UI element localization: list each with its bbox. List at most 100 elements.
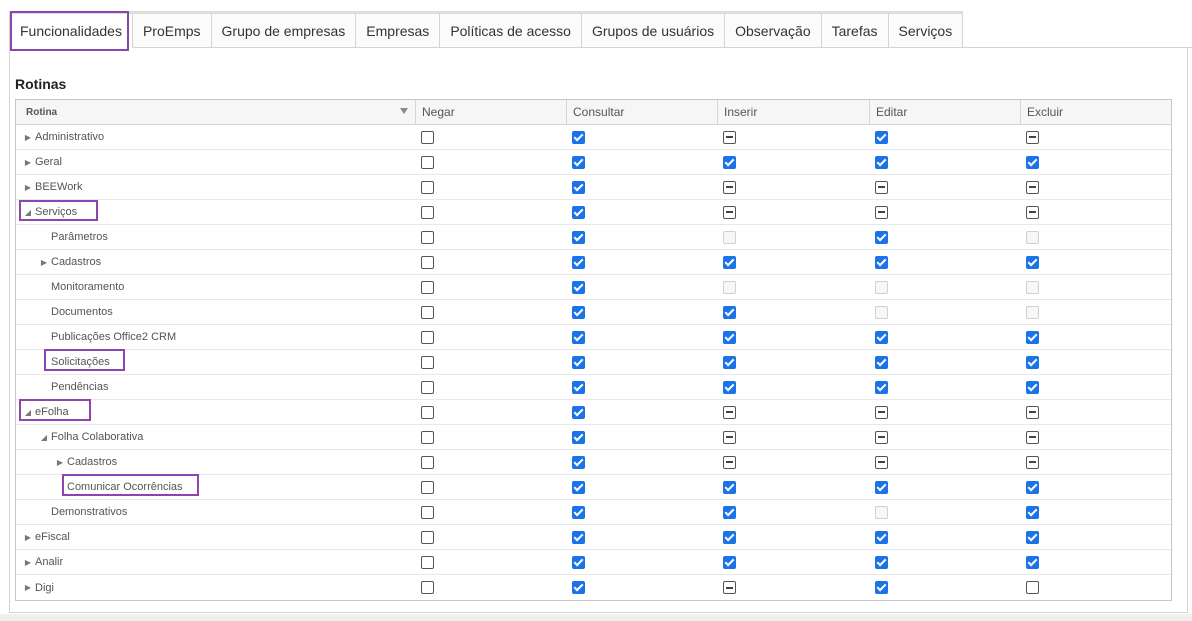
consultar-checkbox[interactable] — [572, 330, 585, 344]
inserir-checkbox[interactable] — [723, 330, 736, 344]
consultar-checkbox[interactable] — [572, 230, 585, 244]
triangle-down-icon[interactable]: ◢ — [23, 408, 33, 417]
negar-checkbox[interactable] — [421, 355, 434, 369]
negar-checkbox[interactable] — [421, 305, 434, 319]
inserir-checkbox[interactable] — [723, 155, 736, 169]
triangle-right-icon[interactable]: ▶ — [23, 183, 33, 192]
rotina-label[interactable]: Folha Colaborativa — [51, 431, 143, 443]
column-header-inserir[interactable]: Inserir — [718, 100, 870, 124]
inserir-checkbox[interactable] — [723, 455, 736, 469]
rotina-label[interactable]: Administrativo — [35, 131, 104, 143]
excluir-checkbox[interactable] — [1026, 380, 1039, 394]
tab-funcionalidades[interactable]: Funcionalidades — [9, 14, 133, 48]
consultar-checkbox[interactable] — [572, 581, 585, 594]
triangle-down-icon[interactable]: ◢ — [23, 208, 33, 217]
tab-tarefas[interactable]: Tarefas — [821, 14, 889, 48]
consultar-checkbox[interactable] — [572, 455, 585, 469]
rotina-label[interactable]: Comunicar Ocorrências — [67, 481, 183, 493]
editar-checkbox[interactable] — [875, 455, 888, 469]
rotina-label[interactable]: Digi — [35, 582, 54, 594]
consultar-checkbox[interactable] — [572, 530, 585, 544]
excluir-checkbox[interactable] — [1026, 355, 1039, 369]
negar-checkbox[interactable] — [421, 405, 434, 419]
excluir-checkbox[interactable] — [1026, 555, 1039, 569]
negar-checkbox[interactable] — [421, 430, 434, 444]
consultar-checkbox[interactable] — [572, 430, 585, 444]
inserir-checkbox[interactable] — [723, 130, 736, 144]
tab-grupo-de-empresas[interactable]: Grupo de empresas — [211, 14, 357, 48]
consultar-checkbox[interactable] — [572, 130, 585, 144]
excluir-checkbox[interactable] — [1026, 255, 1039, 269]
excluir-checkbox[interactable] — [1026, 180, 1039, 194]
negar-checkbox[interactable] — [421, 380, 434, 394]
rotina-label[interactable]: Geral — [35, 156, 62, 168]
editar-checkbox[interactable] — [875, 180, 888, 194]
negar-checkbox[interactable] — [421, 455, 434, 469]
negar-checkbox[interactable] — [421, 155, 434, 169]
consultar-checkbox[interactable] — [572, 305, 585, 319]
tab-observacao[interactable]: Observação — [725, 14, 822, 48]
rotina-label[interactable]: eFolha — [35, 406, 69, 418]
rotina-label[interactable]: Publicações Office2 CRM — [51, 331, 176, 343]
rotina-label[interactable]: Serviços — [35, 206, 77, 218]
inserir-checkbox[interactable] — [723, 555, 736, 569]
editar-checkbox[interactable] — [875, 355, 888, 369]
excluir-checkbox[interactable] — [1026, 205, 1039, 219]
tab-politicas-de-acesso[interactable]: Políticas de acesso — [440, 14, 582, 48]
rotina-label[interactable]: Documentos — [51, 306, 113, 318]
negar-checkbox[interactable] — [421, 555, 434, 569]
consultar-checkbox[interactable] — [572, 380, 585, 394]
tab-proemps[interactable]: ProEmps — [132, 14, 212, 48]
negar-checkbox[interactable] — [421, 180, 434, 194]
consultar-checkbox[interactable] — [572, 180, 585, 194]
excluir-checkbox[interactable] — [1026, 455, 1039, 469]
editar-checkbox[interactable] — [875, 230, 888, 244]
rotina-label[interactable]: Pendências — [51, 381, 109, 393]
column-header-rotina[interactable]: Rotina — [16, 100, 416, 124]
inserir-checkbox[interactable] — [723, 380, 736, 394]
triangle-right-icon[interactable]: ▶ — [23, 558, 33, 567]
consultar-checkbox[interactable] — [572, 405, 585, 419]
inserir-checkbox[interactable] — [723, 430, 736, 444]
filter-icon[interactable] — [400, 108, 408, 114]
rotina-label[interactable]: Solicitações — [51, 356, 110, 368]
inserir-checkbox[interactable] — [723, 355, 736, 369]
negar-checkbox[interactable] — [421, 530, 434, 544]
consultar-checkbox[interactable] — [572, 155, 585, 169]
editar-checkbox[interactable] — [875, 405, 888, 419]
column-header-editar[interactable]: Editar — [870, 100, 1021, 124]
inserir-checkbox[interactable] — [723, 305, 736, 319]
excluir-checkbox[interactable] — [1026, 505, 1039, 519]
editar-checkbox[interactable] — [875, 205, 888, 219]
rotina-label[interactable]: Parâmetros — [51, 231, 108, 243]
rotina-label[interactable]: Demonstrativos — [51, 506, 127, 518]
editar-checkbox[interactable] — [875, 581, 888, 594]
rotina-label[interactable]: BEEWork — [35, 181, 82, 193]
negar-checkbox[interactable] — [421, 280, 434, 294]
negar-checkbox[interactable] — [421, 581, 434, 594]
editar-checkbox[interactable] — [875, 255, 888, 269]
consultar-checkbox[interactable] — [572, 480, 585, 494]
negar-checkbox[interactable] — [421, 330, 434, 344]
tab-servicos[interactable]: Serviços — [888, 14, 964, 48]
inserir-checkbox[interactable] — [723, 530, 736, 544]
excluir-checkbox[interactable] — [1026, 405, 1039, 419]
editar-checkbox[interactable] — [875, 130, 888, 144]
consultar-checkbox[interactable] — [572, 280, 585, 294]
negar-checkbox[interactable] — [421, 230, 434, 244]
consultar-checkbox[interactable] — [572, 355, 585, 369]
consultar-checkbox[interactable] — [572, 205, 585, 219]
consultar-checkbox[interactable] — [572, 555, 585, 569]
tab-empresas[interactable]: Empresas — [356, 14, 441, 48]
triangle-right-icon[interactable]: ▶ — [23, 533, 33, 542]
negar-checkbox[interactable] — [421, 505, 434, 519]
triangle-right-icon[interactable]: ▶ — [23, 583, 33, 592]
triangle-right-icon[interactable]: ▶ — [23, 133, 33, 142]
negar-checkbox[interactable] — [421, 480, 434, 494]
tab-grupos-de-usuarios[interactable]: Grupos de usuários — [581, 14, 726, 48]
inserir-checkbox[interactable] — [723, 505, 736, 519]
editar-checkbox[interactable] — [875, 430, 888, 444]
editar-checkbox[interactable] — [875, 380, 888, 394]
editar-checkbox[interactable] — [875, 530, 888, 544]
rotina-label[interactable]: eFiscal — [35, 531, 70, 543]
